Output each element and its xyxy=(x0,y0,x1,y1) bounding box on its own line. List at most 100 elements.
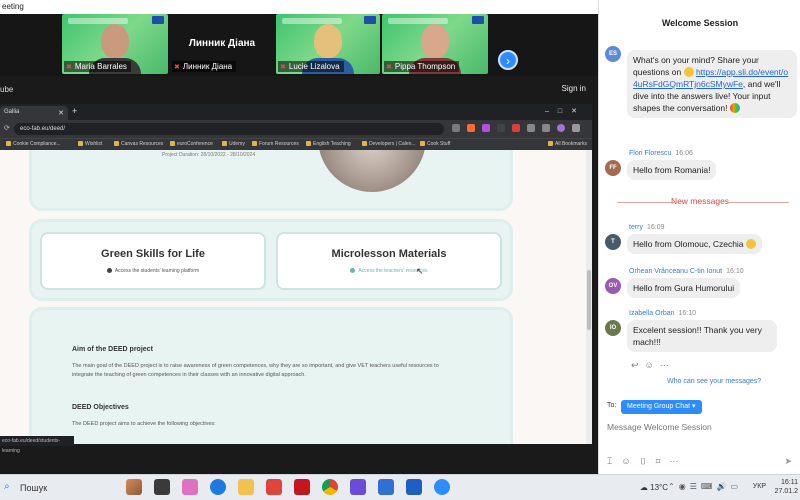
word-icon[interactable] xyxy=(406,479,422,495)
taskbar-search[interactable]: Пошук xyxy=(14,479,47,497)
widgets-icon[interactable] xyxy=(126,479,142,495)
recipient-dropdown[interactable]: Meeting Group Chat ▾ xyxy=(621,400,702,414)
sender-name: terry 16:09 xyxy=(629,224,665,231)
bookmark-item[interactable]: euroConference xyxy=(170,141,213,147)
to-label: To: xyxy=(607,402,617,409)
sign-in-link[interactable]: Sign in xyxy=(562,84,586,93)
search-icon[interactable]: ⌕ xyxy=(4,481,10,492)
bookmark-item[interactable]: Developers | Calen... xyxy=(362,141,416,147)
page-scrollbar[interactable] xyxy=(586,150,592,444)
address-bar-row: ⟳ eco-fab.eu/deed/ xyxy=(0,120,592,138)
video-tile-maria[interactable]: ✖ Maria Barrales xyxy=(62,14,168,74)
bookmark-item[interactable]: Cookie Compliance... xyxy=(6,141,61,147)
message-bubble: Excelent session!! Thank you very mach!!… xyxy=(627,320,777,352)
browser-tab[interactable]: Gallia ✕ xyxy=(0,106,68,120)
bookmark-item[interactable]: Wishlist xyxy=(78,141,102,147)
sender-name: Flori Florescu 16:06 xyxy=(629,150,693,157)
bookmark-item[interactable]: Cook Stuff xyxy=(420,141,450,147)
tile-banner xyxy=(388,18,448,24)
format-icon[interactable]: ⌶ xyxy=(607,456,621,466)
green-skills-card[interactable]: Green Skills for Life Access the student… xyxy=(40,232,266,290)
reload-icon[interactable]: ⟳ xyxy=(4,124,10,132)
microlesson-card[interactable]: Microlesson Materials Access the teacher… xyxy=(276,232,502,290)
objectives-text: The DEED project aims to achieve the fol… xyxy=(72,421,216,427)
avatar: IO xyxy=(605,320,621,336)
message-actions: ↩☺⋯ xyxy=(631,360,675,371)
url-field[interactable]: eco-fab.eu/deed/ xyxy=(14,123,444,135)
emoji-icon[interactable]: ☺ xyxy=(621,456,639,466)
extension-icon[interactable] xyxy=(497,124,505,132)
arrow-circle-icon xyxy=(350,268,356,273)
close-tab-icon[interactable]: ✕ xyxy=(58,109,64,117)
tab-title: Gallia xyxy=(4,109,20,115)
zoom-icon[interactable] xyxy=(434,479,450,495)
participant-name-bar: ✖ Maria Barrales xyxy=(64,61,131,72)
scrollbar-thumb[interactable] xyxy=(587,270,591,330)
puzzle-icon[interactable] xyxy=(542,124,550,132)
reply-icon[interactable]: ↩ xyxy=(631,360,645,370)
video-tile-diana[interactable]: Линник Діана ✖ Линник Діана xyxy=(170,14,274,74)
send-icon[interactable]: ➤ xyxy=(784,456,792,467)
new-messages-divider: New messages xyxy=(599,196,800,206)
profile-avatar[interactable] xyxy=(557,124,565,132)
tile-banner xyxy=(282,18,342,24)
more-icon[interactable]: ⋯ xyxy=(660,360,675,370)
chat-panel: Welcome Session ES What's on your mind? … xyxy=(598,0,800,474)
add-reaction-icon[interactable]: ☺ xyxy=(645,360,660,370)
screenshot-icon[interactable]: ⌗ xyxy=(655,456,669,466)
shared-window-label: ube xyxy=(0,85,14,94)
new-tab-icon[interactable]: + xyxy=(72,106,77,116)
eu-flag-icon xyxy=(472,16,484,24)
language-indicator[interactable]: УКР xyxy=(753,483,766,490)
next-page-arrow-icon[interactable]: › xyxy=(498,50,518,70)
brave-icon[interactable] xyxy=(266,479,282,495)
app-icon[interactable] xyxy=(378,479,394,495)
extension-icon[interactable] xyxy=(512,124,520,132)
bookmark-item[interactable]: Canvas Resources xyxy=(114,141,163,147)
participant-name: Линник Діана xyxy=(182,62,233,71)
mouse-cursor-icon: ↖ xyxy=(416,266,424,276)
rainbow-emoji-icon xyxy=(729,103,740,113)
about-panel: Aim of the DEED project The main goal of… xyxy=(32,310,510,444)
hero-panel: Project Duration: 28/10/2022 - 28/10/202… xyxy=(32,150,510,208)
extension-icon[interactable] xyxy=(467,124,475,132)
chat-message-input[interactable] xyxy=(607,420,795,434)
chrome-icon[interactable] xyxy=(322,479,338,495)
card-link[interactable]: Access the teachers' resources xyxy=(278,268,500,274)
participant-name: Lucie Lizalova xyxy=(288,62,340,71)
video-tile-pippa[interactable]: ✖ Pippa Thompson xyxy=(382,14,488,74)
more-icon[interactable]: ⋯ xyxy=(670,456,688,466)
mic-muted-icon: ✖ xyxy=(174,64,180,71)
extension-icon[interactable] xyxy=(482,124,490,132)
star-icon[interactable] xyxy=(452,124,460,132)
file-explorer-icon[interactable] xyxy=(238,479,254,495)
clock-date: 27.01.2 xyxy=(774,488,798,495)
window-controls[interactable]: –□✕ xyxy=(545,107,586,115)
sender-name: Orhean Vrânceanu C-tin Ionut 16:10 xyxy=(629,268,744,275)
task-view-icon[interactable] xyxy=(154,479,170,495)
menu-icon[interactable] xyxy=(572,124,580,132)
acrobat-icon[interactable] xyxy=(294,479,310,495)
bookmark-item[interactable]: Forum Resources xyxy=(252,141,299,147)
who-can-see-link[interactable]: Who can see your messages? xyxy=(667,378,761,385)
objectives-heading: DEED Objectives xyxy=(72,404,129,411)
extension-icon[interactable] xyxy=(527,124,535,132)
app-icon[interactable] xyxy=(350,479,366,495)
system-tray-icons[interactable]: ⌃◉☰⌨🔊▭ xyxy=(668,482,742,491)
copilot-icon[interactable] xyxy=(182,479,198,495)
file-icon[interactable]: ▯ xyxy=(640,456,656,466)
project-duration: Project Duration: 28/10/2022 - 28/10/202… xyxy=(162,152,256,158)
clock[interactable]: 16:11 27.01.2 xyxy=(775,478,798,496)
message-bubble: What's on your mind? Share your question… xyxy=(627,50,797,118)
participant-face xyxy=(421,24,449,58)
participant-name-bar: ✖ Pippa Thompson xyxy=(384,61,460,72)
bookmark-item[interactable]: English Teaching xyxy=(306,141,351,147)
bookmark-item[interactable]: Udemy xyxy=(222,141,245,147)
video-tile-lucie[interactable]: ✖ Lucie Lizalova xyxy=(276,14,380,74)
participant-name-bar: ✖ Lucie Lizalova xyxy=(278,61,344,72)
card-link[interactable]: Access the students' learning platform xyxy=(42,268,264,274)
edge-icon[interactable] xyxy=(210,479,226,495)
weather-widget[interactable]: ☁ 13°C xyxy=(640,483,668,492)
participant-name-bar: ✖ Линник Діана xyxy=(172,61,237,72)
bookmark-item[interactable]: All Bookmarks xyxy=(548,141,587,147)
